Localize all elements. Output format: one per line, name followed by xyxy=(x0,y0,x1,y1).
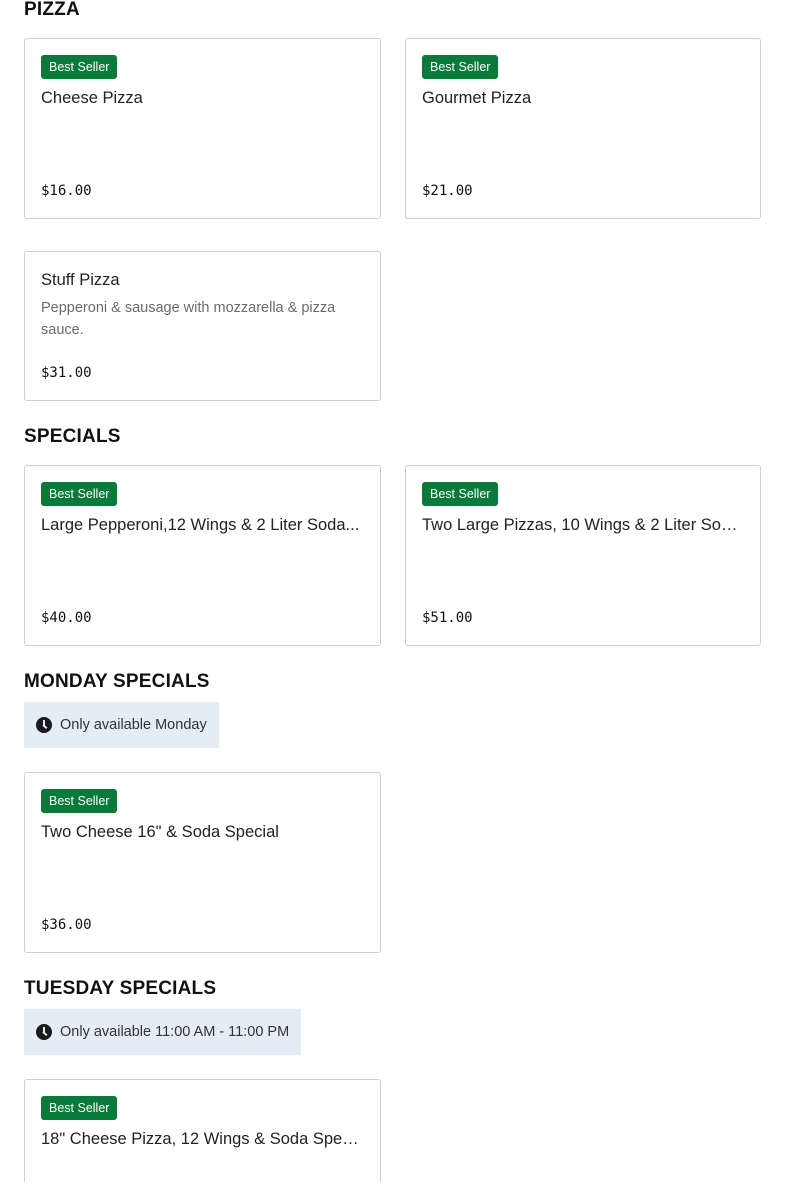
best-seller-badge: Best Seller xyxy=(422,482,499,506)
section-title-monday-specials: MONDAY SPECIALS xyxy=(24,671,210,692)
menu-item-card[interactable]: Best Seller 18" Cheese Pizza, 12 Wings &… xyxy=(24,1079,381,1182)
menu-item-name: 18" Cheese Pizza, 12 Wings & Soda Specia… xyxy=(41,1130,364,1148)
menu-item-name: Two Cheese 16" & Soda Special xyxy=(41,823,279,841)
availability-text: Only available 11:00 AM - 11:00 PM xyxy=(60,1024,290,1040)
menu-item-card[interactable]: Best Seller Two Cheese 16" & Soda Specia… xyxy=(24,772,381,953)
best-seller-badge: Best Seller xyxy=(41,1096,118,1120)
best-seller-badge: Best Seller xyxy=(422,55,499,79)
menu-item-name: Large Pepperoni,12 Wings & 2 Liter Soda.… xyxy=(41,516,360,534)
availability-notice: Only available 11:00 AM - 11:00 PM xyxy=(24,1009,302,1055)
best-seller-badge: Best Seller xyxy=(41,55,118,79)
menu-item-price: $21.00 xyxy=(422,183,473,199)
availability-notice: Only available Monday xyxy=(24,702,219,748)
best-seller-badge: Best Seller xyxy=(41,482,118,506)
menu-item-price: $31.00 xyxy=(41,365,92,381)
menu-item-name: Gourmet Pizza xyxy=(422,89,532,107)
menu-item-name: Two Large Pizzas, 10 Wings & 2 Liter Sod… xyxy=(422,516,744,534)
menu-item-price: $40.00 xyxy=(41,610,92,626)
menu-item-price: $51.00 xyxy=(422,610,473,626)
menu-item-price: $36.00 xyxy=(41,917,92,933)
menu-item-description: Pepperoni & sausage with mozzarella & pi… xyxy=(41,300,336,338)
menu-item-name: Stuff Pizza xyxy=(41,271,120,289)
menu-item-card[interactable]: Best Seller Gourmet Pizza $21.00 xyxy=(405,38,761,219)
section-title-tuesday-specials: TUESDAY SPECIALS xyxy=(24,978,217,999)
menu-item-price: $16.00 xyxy=(41,183,92,199)
menu-item-card[interactable]: Best Seller Two Large Pizzas, 10 Wings &… xyxy=(405,465,761,646)
section-title-pizza: PIZZA xyxy=(24,0,80,20)
menu-item-card[interactable]: Stuff Pizza Pepperoni & sausage with moz… xyxy=(24,251,381,401)
section-title-specials: SPECIALS xyxy=(24,426,121,447)
menu-item-card[interactable]: Best Seller Large Pepperoni,12 Wings & 2… xyxy=(24,465,381,646)
availability-text: Only available Monday xyxy=(60,717,207,733)
menu-item-name: Cheese Pizza xyxy=(41,89,143,107)
menu-item-card[interactable]: Best Seller Cheese Pizza $16.00 xyxy=(24,38,381,219)
clock-icon xyxy=(36,717,52,733)
best-seller-badge: Best Seller xyxy=(41,789,118,813)
clock-icon xyxy=(36,1024,52,1040)
